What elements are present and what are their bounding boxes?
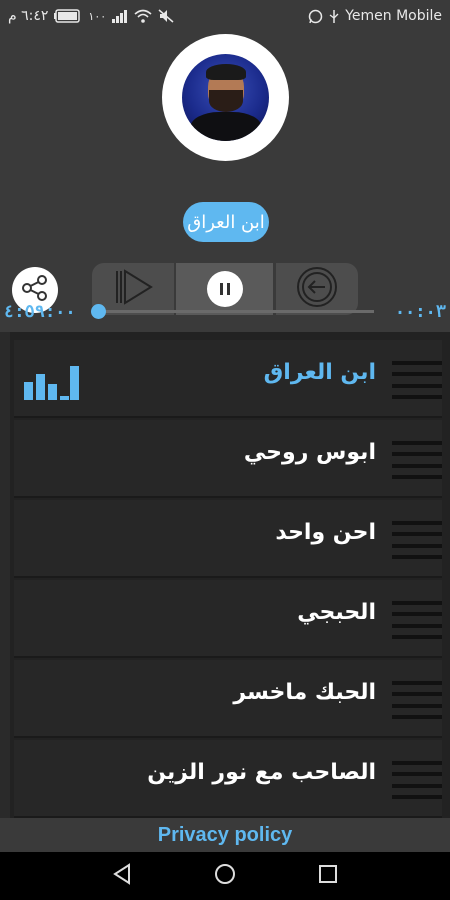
drag-handle-icon[interactable] — [392, 521, 442, 559]
mute-icon — [158, 9, 174, 23]
playlist-item[interactable]: الصاحب مع نور الزين — [14, 740, 442, 818]
drag-handle-icon[interactable] — [392, 761, 442, 799]
drag-handle-icon[interactable] — [392, 441, 442, 479]
navigation-bar — [0, 852, 450, 900]
footer: Privacy policy — [0, 818, 450, 852]
current-time: ٠٠:٠٣ — [394, 302, 446, 322]
track-title: احن واحد — [275, 520, 376, 545]
equalizer-icon — [22, 364, 80, 402]
signal-icon — [112, 9, 128, 23]
previous-button[interactable] — [276, 263, 358, 315]
artist-name-badge: ابن العراق — [183, 202, 269, 242]
drag-handle-icon[interactable] — [392, 361, 442, 399]
track-title: ابوس روحي — [243, 440, 376, 465]
next-icon — [111, 267, 155, 311]
play-pause-button[interactable] — [176, 263, 273, 315]
playlist-item[interactable]: الحبجي — [14, 580, 442, 658]
playlist: ابن العراق ابوس روحي احن واحد الحبجي الح… — [10, 332, 450, 818]
home-button[interactable] — [205, 856, 245, 896]
clock: ٦:٤٢ م — [8, 8, 49, 24]
wifi-icon — [134, 9, 152, 23]
pause-icon — [206, 271, 243, 307]
carrier-name: Yemen Mobile — [345, 8, 442, 24]
artist-avatar — [182, 54, 269, 141]
status-left: ٦:٤٢ م ١٠٠ — [8, 8, 174, 24]
total-time: ٤:٥٩:٠٠ — [4, 302, 76, 322]
player-header: ابن العراق ٤:٥٩:٠٠ ٠٠:٠٣ — [0, 32, 450, 332]
usb-icon — [329, 9, 339, 24]
battery-icon — [54, 9, 82, 23]
seek-thumb[interactable] — [91, 304, 106, 319]
battery-percent: ١٠٠ — [88, 9, 107, 23]
track-title: الحبك ماخسر — [233, 680, 376, 705]
playlist-item[interactable]: احن واحد — [14, 500, 442, 578]
artist-avatar-frame — [162, 34, 289, 161]
recents-button[interactable] — [308, 856, 348, 896]
track-title: ابن العراق — [263, 360, 376, 385]
playlist-item[interactable]: ابن العراق — [14, 340, 442, 418]
previous-icon — [295, 265, 339, 313]
playlist-item[interactable]: الحبك ماخسر — [14, 660, 442, 738]
status-bar: ٦:٤٢ م ١٠٠ Yemen Mobile — [0, 0, 450, 32]
back-button[interactable] — [102, 856, 142, 896]
playlist-item[interactable]: ابوس روحي — [14, 420, 442, 498]
seek-bar[interactable] — [98, 310, 374, 313]
drag-handle-icon[interactable] — [392, 681, 442, 719]
drag-handle-icon[interactable] — [392, 601, 442, 639]
track-title: الصاحب مع نور الزين — [147, 760, 376, 785]
status-right: Yemen Mobile — [308, 8, 442, 24]
track-title: الحبجي — [297, 600, 376, 625]
back-icon — [111, 863, 133, 889]
privacy-policy-link[interactable]: Privacy policy — [158, 824, 293, 847]
recents-icon — [318, 864, 338, 888]
whatsapp-icon — [308, 9, 323, 24]
home-icon — [214, 863, 236, 889]
